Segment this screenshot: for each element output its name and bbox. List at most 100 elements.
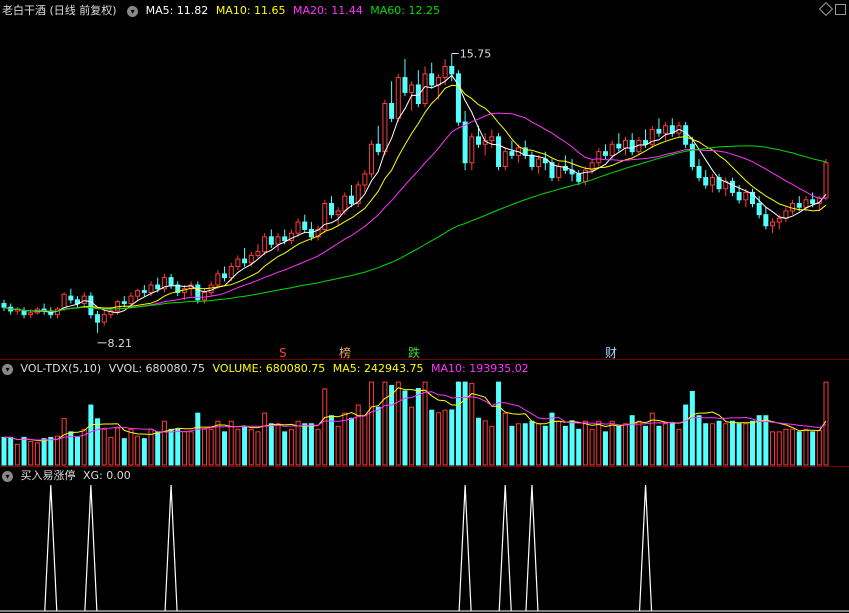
candle-down (429, 73, 435, 86)
volume-bar (542, 425, 548, 466)
candle-up (783, 210, 789, 219)
candle-down (696, 165, 702, 179)
volume-bar (669, 423, 675, 466)
candle-up (235, 258, 241, 268)
volume-bar (415, 388, 421, 466)
volume-bar (676, 428, 682, 466)
marker-cai[interactable]: 财 (605, 346, 617, 360)
stock-chart[interactable]: 15.75 8.21 S 榜 跌 财 (0, 0, 849, 613)
volume-bar (195, 412, 201, 466)
candle-up (803, 199, 809, 208)
candle-up (743, 191, 749, 201)
volume-bar (322, 388, 328, 466)
candle-down (282, 236, 288, 242)
xg-signal-spike (498, 484, 512, 612)
volume-bar (696, 415, 702, 466)
volume-bar (589, 428, 595, 466)
candlestick-panel (1, 52, 829, 344)
volume-bar (201, 428, 207, 466)
candle-down (402, 77, 408, 93)
volume-bar (776, 431, 782, 466)
volume-bar (442, 409, 448, 466)
candle-up (609, 143, 615, 156)
volume-bar (756, 415, 762, 466)
candle-down (689, 143, 695, 167)
volume-bar (168, 428, 174, 466)
volume-bar (242, 425, 248, 466)
volume-bar (48, 436, 54, 466)
candle-down (389, 103, 395, 119)
volume-bar (596, 420, 602, 466)
candle-up (255, 251, 261, 256)
xg-signal-spike (458, 484, 472, 612)
candle-up (335, 210, 341, 216)
volume-bar (161, 420, 167, 466)
ma60-line (3, 145, 827, 312)
volume-bar (569, 420, 575, 466)
volume-bar (362, 415, 368, 466)
candle-down (242, 258, 248, 264)
volume-bar (455, 381, 461, 466)
volume-bar (562, 425, 568, 466)
volume-bar (689, 390, 695, 466)
candle-up (208, 284, 214, 293)
candle-up (248, 254, 254, 264)
volume-bar (375, 406, 381, 466)
marker-bang[interactable]: 榜 (339, 345, 351, 360)
volume-bar (810, 431, 816, 466)
candle-up (770, 221, 776, 227)
volume-bar (135, 435, 141, 466)
low-price-label: 8.21 (108, 337, 133, 350)
volume-bar (409, 406, 415, 466)
annotations: 15.75 8.21 S 榜 跌 财 (108, 47, 617, 360)
volume-bar (636, 420, 642, 466)
volume-bar (489, 425, 495, 466)
candle-down (268, 236, 274, 245)
candle-down (1, 303, 7, 308)
volume-bar (315, 428, 321, 466)
volume-bar (389, 385, 395, 466)
volume-bar (61, 418, 67, 466)
candle-up (502, 151, 508, 167)
volume-bar (14, 443, 20, 466)
marker-s[interactable]: S (279, 346, 287, 360)
volume-bar (8, 436, 14, 466)
candle-up (663, 125, 669, 134)
candle-up (369, 143, 375, 175)
volume-bar (181, 431, 187, 466)
candle-down (349, 195, 355, 205)
marker-die[interactable]: 跌 (408, 345, 420, 360)
candle-up (623, 140, 629, 149)
candle-up (536, 158, 542, 167)
candle-up (556, 165, 562, 179)
volume-bar (295, 420, 301, 466)
volume-bar (482, 420, 488, 466)
volume-bar (516, 423, 522, 466)
xg-signal-panel (0, 484, 849, 612)
volume-bar (54, 435, 60, 466)
volume-bar (502, 412, 508, 466)
volume-bar (382, 381, 388, 466)
volume-bar (582, 420, 588, 466)
xg-signal-spike (44, 484, 58, 612)
volume-bar (469, 382, 475, 466)
volume-bar (95, 418, 101, 466)
candle-down (455, 73, 461, 123)
volume-bar (770, 431, 776, 466)
volume-bar (796, 431, 802, 466)
volume-bar (743, 423, 749, 466)
volume-bar (723, 423, 729, 466)
candle-down (683, 125, 689, 145)
candle-down (763, 214, 769, 227)
candle-down (449, 65, 455, 75)
candle-up (275, 236, 281, 245)
volume-bar (395, 381, 401, 466)
volume-bar (282, 431, 288, 466)
candle-up (596, 151, 602, 164)
candle-up (409, 84, 415, 93)
candle-down (736, 191, 742, 201)
candle-up (790, 203, 796, 212)
candle-up (262, 236, 268, 253)
xg-signal-spike (84, 484, 98, 612)
high-price-label: 15.75 (460, 47, 492, 60)
